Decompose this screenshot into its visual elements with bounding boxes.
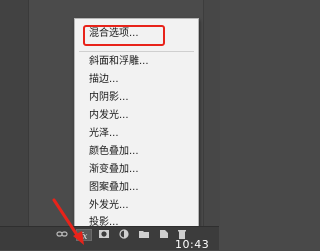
annotation-arrow-icon	[52, 198, 84, 245]
